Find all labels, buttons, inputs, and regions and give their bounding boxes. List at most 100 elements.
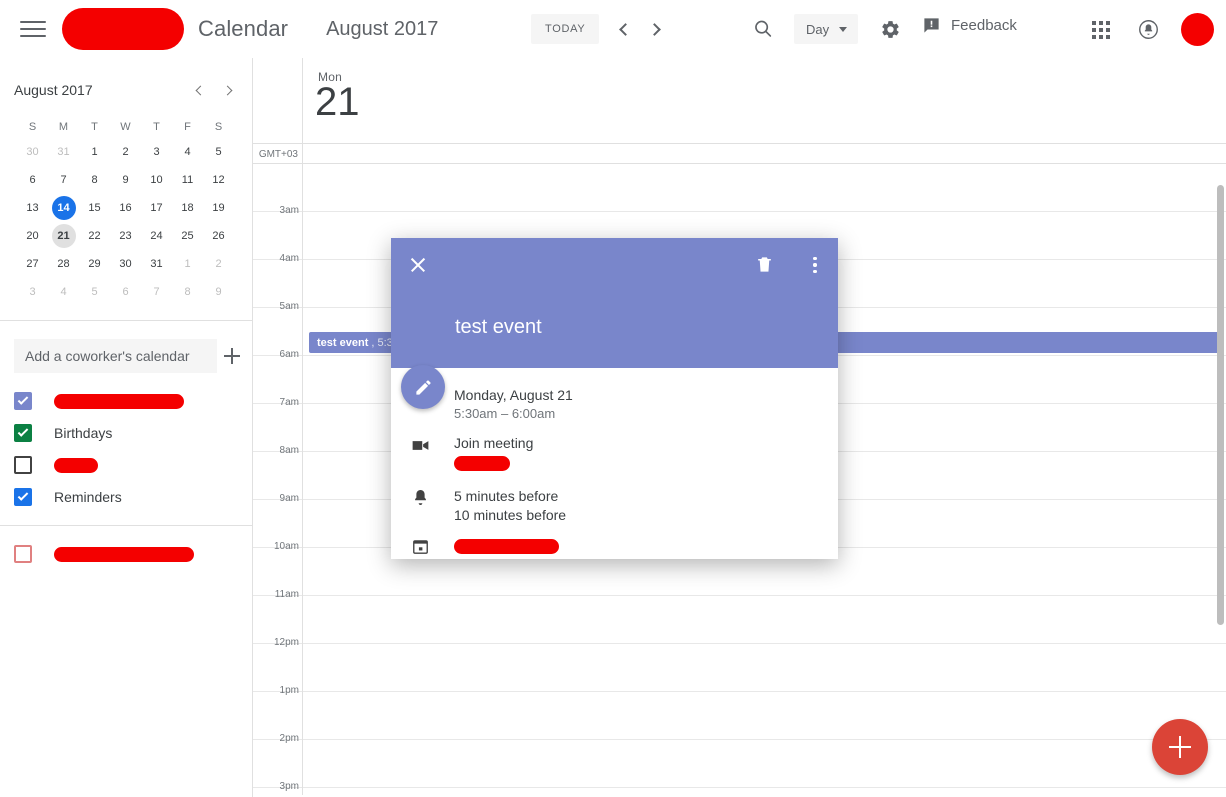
mini-calendar-day[interactable]: 1 [79,138,110,166]
time-gutter-header [253,58,303,144]
next-day-button[interactable] [640,13,672,45]
mini-calendar-day[interactable]: 29 [79,250,110,278]
mini-calendar-day[interactable]: 3 [17,278,48,306]
my-calendar-item[interactable] [0,449,252,481]
mini-calendar-day[interactable]: 31 [141,250,172,278]
calendar-name-redacted [54,457,98,473]
close-icon[interactable] [407,254,429,276]
mini-calendar-day-number: 6 [122,286,129,298]
edit-event-button[interactable] [401,365,445,409]
mini-calendar-day[interactable]: 8 [172,278,203,306]
mini-calendar-day[interactable]: 31 [48,138,79,166]
mini-calendar-day[interactable]: 17 [141,194,172,222]
calendar-checkbox[interactable] [14,488,32,506]
calendar-icon-wrap [407,536,433,556]
mini-calendar-day[interactable]: 21 [48,222,79,250]
search-button[interactable] [748,14,778,44]
avatar-redacted[interactable] [1181,13,1214,46]
mini-calendar-day[interactable]: 26 [203,222,234,250]
hour-row[interactable]: 11am [253,589,1226,644]
mini-calendar-day[interactable]: 14 [48,194,79,222]
mini-calendar-day-number: 1 [91,146,98,158]
delete-event-button[interactable] [755,254,774,280]
calendar-checkbox[interactable] [14,424,32,442]
mini-calendar-day[interactable]: 11 [172,166,203,194]
mini-calendar-day[interactable]: 6 [17,166,48,194]
hour-row[interactable] [253,164,1226,212]
mini-calendar-day-number: 24 [150,230,163,242]
other-calendar-item[interactable] [0,538,252,570]
hour-row[interactable]: 3pm [253,781,1226,795]
apps-grid-button[interactable] [1086,15,1116,45]
menu-icon[interactable] [20,18,48,40]
notifications-button[interactable] [1133,14,1163,44]
timezone-label: GMT+03 [253,144,303,164]
mini-calendar-day[interactable]: 2 [203,250,234,278]
add-calendar-button[interactable] [224,341,240,371]
calendar-checkbox[interactable] [14,456,32,474]
join-meeting-link[interactable]: Join meeting [454,434,533,453]
chevron-right-icon [222,85,233,95]
mini-calendar-day[interactable]: 24 [141,222,172,250]
settings-button[interactable] [875,14,905,44]
today-button[interactable]: TODAY [531,14,600,44]
hour-row[interactable]: 12pm [253,637,1226,692]
mini-calendar-day[interactable]: 30 [110,250,141,278]
mini-calendar-day[interactable]: 9 [203,278,234,306]
calendar-checkbox[interactable] [14,545,32,563]
hour-label: 8am [279,445,299,456]
mini-calendar-day[interactable]: 4 [48,278,79,306]
chevron-right-icon [648,22,661,36]
day-number-label[interactable]: 21 [315,80,360,125]
previous-day-button[interactable] [608,13,640,45]
my-calendar-item[interactable] [0,385,252,417]
mini-calendar-day[interactable]: 7 [48,166,79,194]
mini-calendar-next-button[interactable] [214,75,244,105]
mini-calendar-day[interactable]: 27 [17,250,48,278]
pencil-icon [415,379,431,395]
mini-calendar-day[interactable]: 30 [17,138,48,166]
mini-calendar-day[interactable]: 4 [172,138,203,166]
mini-calendar-day[interactable]: 16 [110,194,141,222]
event-popup-body: Monday, August 21 5:30am – 6:00am Join m… [391,368,838,559]
mini-calendar-day[interactable]: 10 [141,166,172,194]
mini-calendar-day[interactable]: 25 [172,222,203,250]
mini-calendar-dow: T [153,121,160,133]
calendar-checkbox[interactable] [14,392,32,410]
mini-calendar-day[interactable]: 6 [110,278,141,306]
mini-calendar-day[interactable]: 15 [79,194,110,222]
hour-row[interactable]: 1pm [253,685,1226,740]
hour-label: 12pm [273,637,299,648]
hour-row[interactable]: 2pm [253,733,1226,788]
mini-calendar-day[interactable]: 2 [110,138,141,166]
event-options-menu-button[interactable] [805,254,825,276]
vertical-scrollbar[interactable] [1217,185,1224,625]
mini-calendar-day[interactable]: 5 [203,138,234,166]
mini-calendar-day[interactable]: 28 [48,250,79,278]
mini-calendar-day[interactable]: 3 [141,138,172,166]
my-calendar-item[interactable]: Reminders [0,481,252,513]
mini-calendar-day[interactable]: 1 [172,250,203,278]
app-brand-title: Calendar [198,16,289,41]
hour-label: 7am [279,397,299,408]
check-icon [17,394,29,405]
mini-calendar-day[interactable]: 20 [17,222,48,250]
mini-calendar-day[interactable]: 8 [79,166,110,194]
mini-calendar-prev-button[interactable] [184,75,214,105]
mini-calendar-day[interactable]: 5 [79,278,110,306]
mini-calendar-day[interactable]: 22 [79,222,110,250]
mini-calendar-day-number: 5 [215,146,222,158]
add-coworker-calendar-input[interactable] [14,339,217,373]
event-reminders-text: 5 minutes before 10 minutes before [454,487,566,525]
view-mode-select[interactable]: Day [794,14,858,44]
mini-calendar-day[interactable]: 19 [203,194,234,222]
feedback-button[interactable]: Feedback [922,16,1017,35]
mini-calendar-day[interactable]: 9 [110,166,141,194]
my-calendar-item[interactable]: Birthdays [0,417,252,449]
mini-calendar-day[interactable]: 7 [141,278,172,306]
create-event-button[interactable] [1152,719,1208,775]
mini-calendar-day[interactable]: 23 [110,222,141,250]
mini-calendar-day[interactable]: 13 [17,194,48,222]
mini-calendar-day[interactable]: 12 [203,166,234,194]
mini-calendar-day[interactable]: 18 [172,194,203,222]
